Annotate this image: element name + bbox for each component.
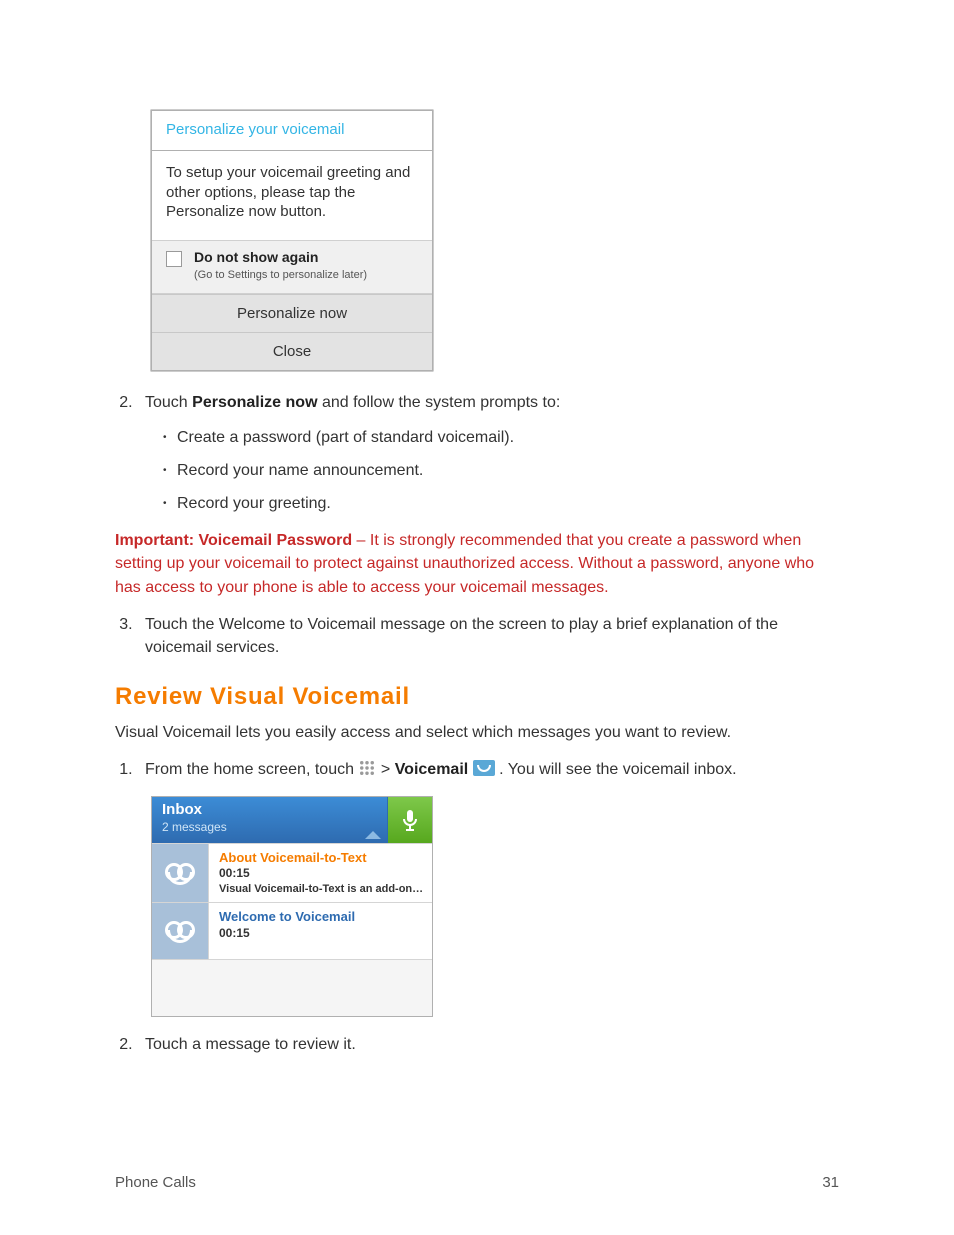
dialpad-icon	[358, 761, 380, 778]
step-2: Touch Personalize now and follow the sys…	[137, 391, 839, 516]
checkbox-label: Do not show again	[194, 249, 367, 265]
ordered-list-c: From the home screen, touch > Voicemail …	[115, 758, 839, 781]
close-button[interactable]: Close	[152, 332, 432, 370]
bullet-item: Record your greeting.	[163, 492, 839, 515]
page: Personalize your voicemail To setup your…	[0, 0, 954, 1235]
mic-button[interactable]	[387, 797, 432, 843]
bullet-item: Create a password (part of standard voic…	[163, 426, 839, 449]
voicemail-row-icon	[152, 844, 209, 903]
inbox-card: Inbox 2 messages About Voicemail-to-Text…	[151, 796, 433, 1018]
row-time: 00:15	[219, 926, 424, 942]
important-warning: Important: Voicemail Password – It is st…	[115, 529, 839, 599]
inbox-header: Inbox 2 messages	[152, 797, 432, 843]
dropdown-triangle-icon	[365, 831, 381, 839]
dialog-checkbox-row[interactable]: Do not show again (Go to Settings to per…	[152, 240, 432, 294]
inbox-subtitle: 2 messages	[162, 820, 227, 834]
checkbox-icon[interactable]	[166, 251, 182, 267]
dialog-title: Personalize your voicemail	[152, 111, 432, 151]
inbox-row[interactable]: Welcome to Voicemail 00:15	[152, 902, 432, 959]
step-3: Touch the Welcome to Voicemail message o…	[137, 613, 839, 659]
voicemail-icon	[473, 760, 495, 776]
review-step-2: Touch a message to review it.	[137, 1033, 839, 1056]
ordered-list-b: Touch the Welcome to Voicemail message o…	[115, 613, 839, 659]
inbox-row[interactable]: About Voicemail-to-Text 00:15 Visual Voi…	[152, 843, 432, 903]
page-footer: Phone Calls 31	[115, 1174, 839, 1191]
row-time: 00:15	[219, 866, 424, 882]
row-title: Welcome to Voicemail	[219, 909, 424, 926]
section-heading: Review Visual Voicemail	[115, 683, 839, 711]
inbox-title-area[interactable]: Inbox 2 messages	[152, 797, 387, 843]
inbox-empty-area	[152, 959, 432, 1016]
row-preview: Visual Voicemail-to-Text is an add-on…	[219, 882, 424, 896]
footer-section: Phone Calls	[115, 1174, 196, 1191]
row-title: About Voicemail-to-Text	[219, 850, 424, 867]
step-2-bullets: Create a password (part of standard voic…	[145, 426, 839, 516]
ordered-list-a: Touch Personalize now and follow the sys…	[115, 391, 839, 516]
personalize-now-button[interactable]: Personalize now	[152, 294, 432, 332]
voicemail-row-icon	[152, 903, 209, 959]
mic-icon	[401, 809, 419, 831]
footer-page-number: 31	[822, 1174, 839, 1191]
checkbox-hint: (Go to Settings to personalize later)	[194, 269, 367, 281]
ordered-list-d: Touch a message to review it.	[115, 1033, 839, 1056]
inbox-title: Inbox	[162, 801, 377, 818]
review-step-1: From the home screen, touch > Voicemail …	[137, 758, 839, 781]
bullet-item: Record your name announcement.	[163, 459, 839, 482]
personalize-dialog: Personalize your voicemail To setup your…	[151, 110, 433, 371]
dialog-message: To setup your voicemail greeting and oth…	[152, 151, 432, 240]
section-intro: Visual Voicemail lets you easily access …	[115, 721, 839, 744]
